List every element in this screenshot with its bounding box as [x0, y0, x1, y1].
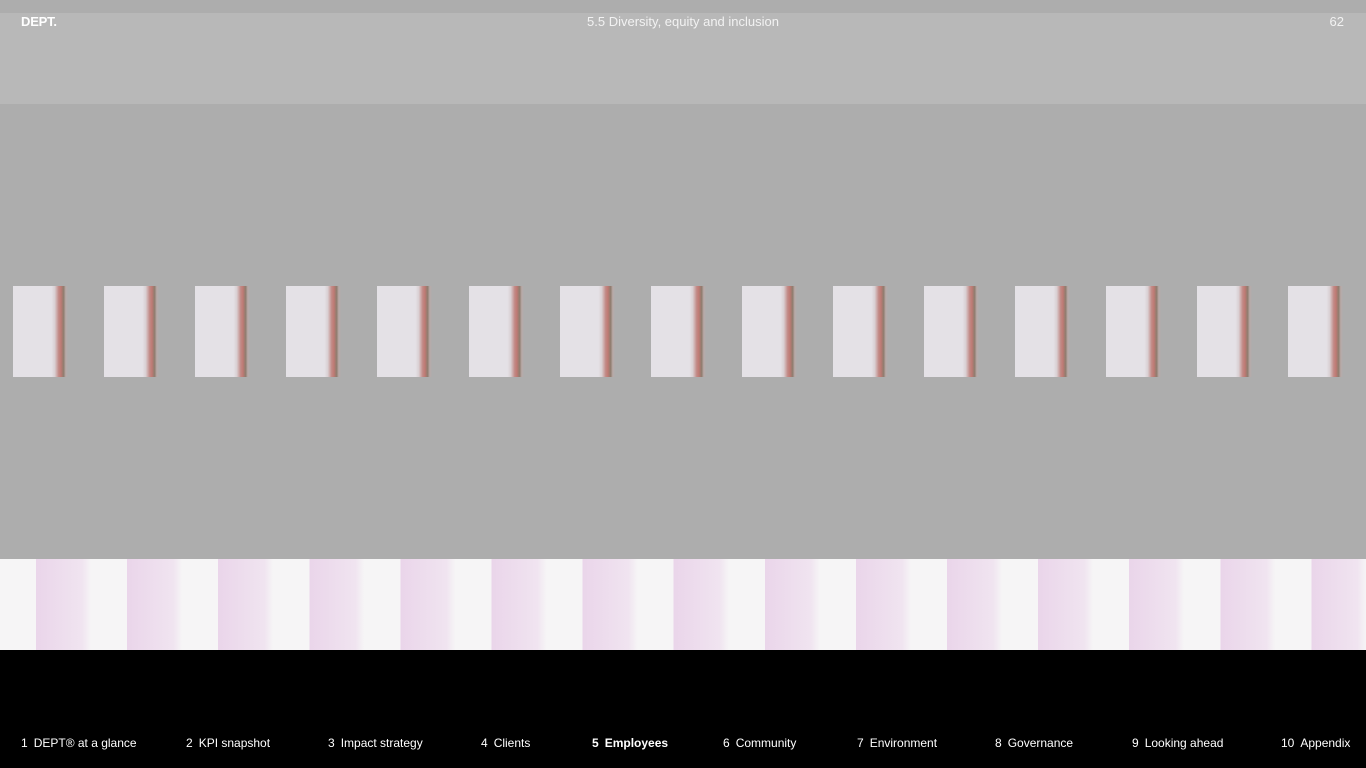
decorative-tile	[560, 286, 615, 377]
nav-item-impact-strategy[interactable]: 3 Impact strategy	[328, 736, 423, 750]
decorative-tile	[651, 286, 706, 377]
nav-item-label: Clients	[493, 736, 531, 750]
nav-item-governance[interactable]: 8 Governance	[995, 736, 1073, 750]
nav-item-looking-ahead[interactable]: 9 Looking ahead	[1132, 736, 1223, 750]
nav-item-label: Looking ahead	[1144, 736, 1224, 750]
decorative-tile	[195, 286, 250, 377]
nav-item-number: 1	[21, 736, 28, 750]
decorative-tile	[742, 286, 797, 377]
decorative-tile	[1197, 286, 1252, 377]
page-number: 62	[1329, 14, 1344, 29]
nav-item-label: Appendix	[1300, 736, 1351, 750]
nav-item-clients[interactable]: 4 Clients	[481, 736, 530, 750]
nav-item-environment[interactable]: 7 Environment	[857, 736, 937, 750]
decorative-tile	[1015, 286, 1070, 377]
decorative-tile	[286, 286, 341, 377]
nav-item-community[interactable]: 6 Community	[723, 736, 796, 750]
nav-item-dept-at-a-glance[interactable]: 1 DEPT® at a glance	[21, 736, 137, 750]
section-title: 5.5 Diversity, equity and inclusion	[587, 14, 779, 29]
nav-item-appendix[interactable]: 10 Appendix	[1281, 736, 1350, 750]
nav-item-number: 3	[328, 736, 335, 750]
decorative-tile	[1288, 286, 1343, 377]
nav-item-number: 2	[186, 736, 193, 750]
gradient-stripe-band	[0, 559, 1366, 650]
nav-item-label: KPI snapshot	[198, 736, 271, 750]
decorative-tile	[1106, 286, 1161, 377]
nav-item-employees[interactable]: 5 Employees	[592, 736, 668, 750]
nav-item-label: Community	[735, 736, 797, 750]
nav-item-number: 7	[857, 736, 864, 750]
top-strip	[0, 0, 1366, 13]
decorative-tile	[833, 286, 888, 377]
nav-item-number: 9	[1132, 736, 1139, 750]
decorative-tile	[377, 286, 432, 377]
nav-item-number: 8	[995, 736, 1002, 750]
nav-item-number: 5	[592, 736, 599, 750]
decorative-tile	[104, 286, 159, 377]
report-page: DEPT. 5.5 Diversity, equity and inclusio…	[0, 0, 1366, 768]
decorative-tile	[13, 286, 68, 377]
decorative-tile	[469, 286, 524, 377]
nav-item-label: Impact strategy	[340, 736, 423, 750]
footer-nav: 1 DEPT® at a glance 2 KPI snapshot 3 Impact…	[0, 650, 1366, 768]
nav-item-label: Employees	[604, 736, 669, 750]
nav-item-label: Governance	[1007, 736, 1074, 750]
decorative-tile	[924, 286, 979, 377]
nav-item-number: 10	[1281, 736, 1295, 750]
nav-item-label: DEPT® at a glance	[33, 736, 137, 750]
nav-item-number: 4	[481, 736, 488, 750]
nav-item-kpi-snapshot[interactable]: 2 KPI snapshot	[186, 736, 270, 750]
nav-item-number: 6	[723, 736, 730, 750]
nav-item-label: Environment	[869, 736, 938, 750]
